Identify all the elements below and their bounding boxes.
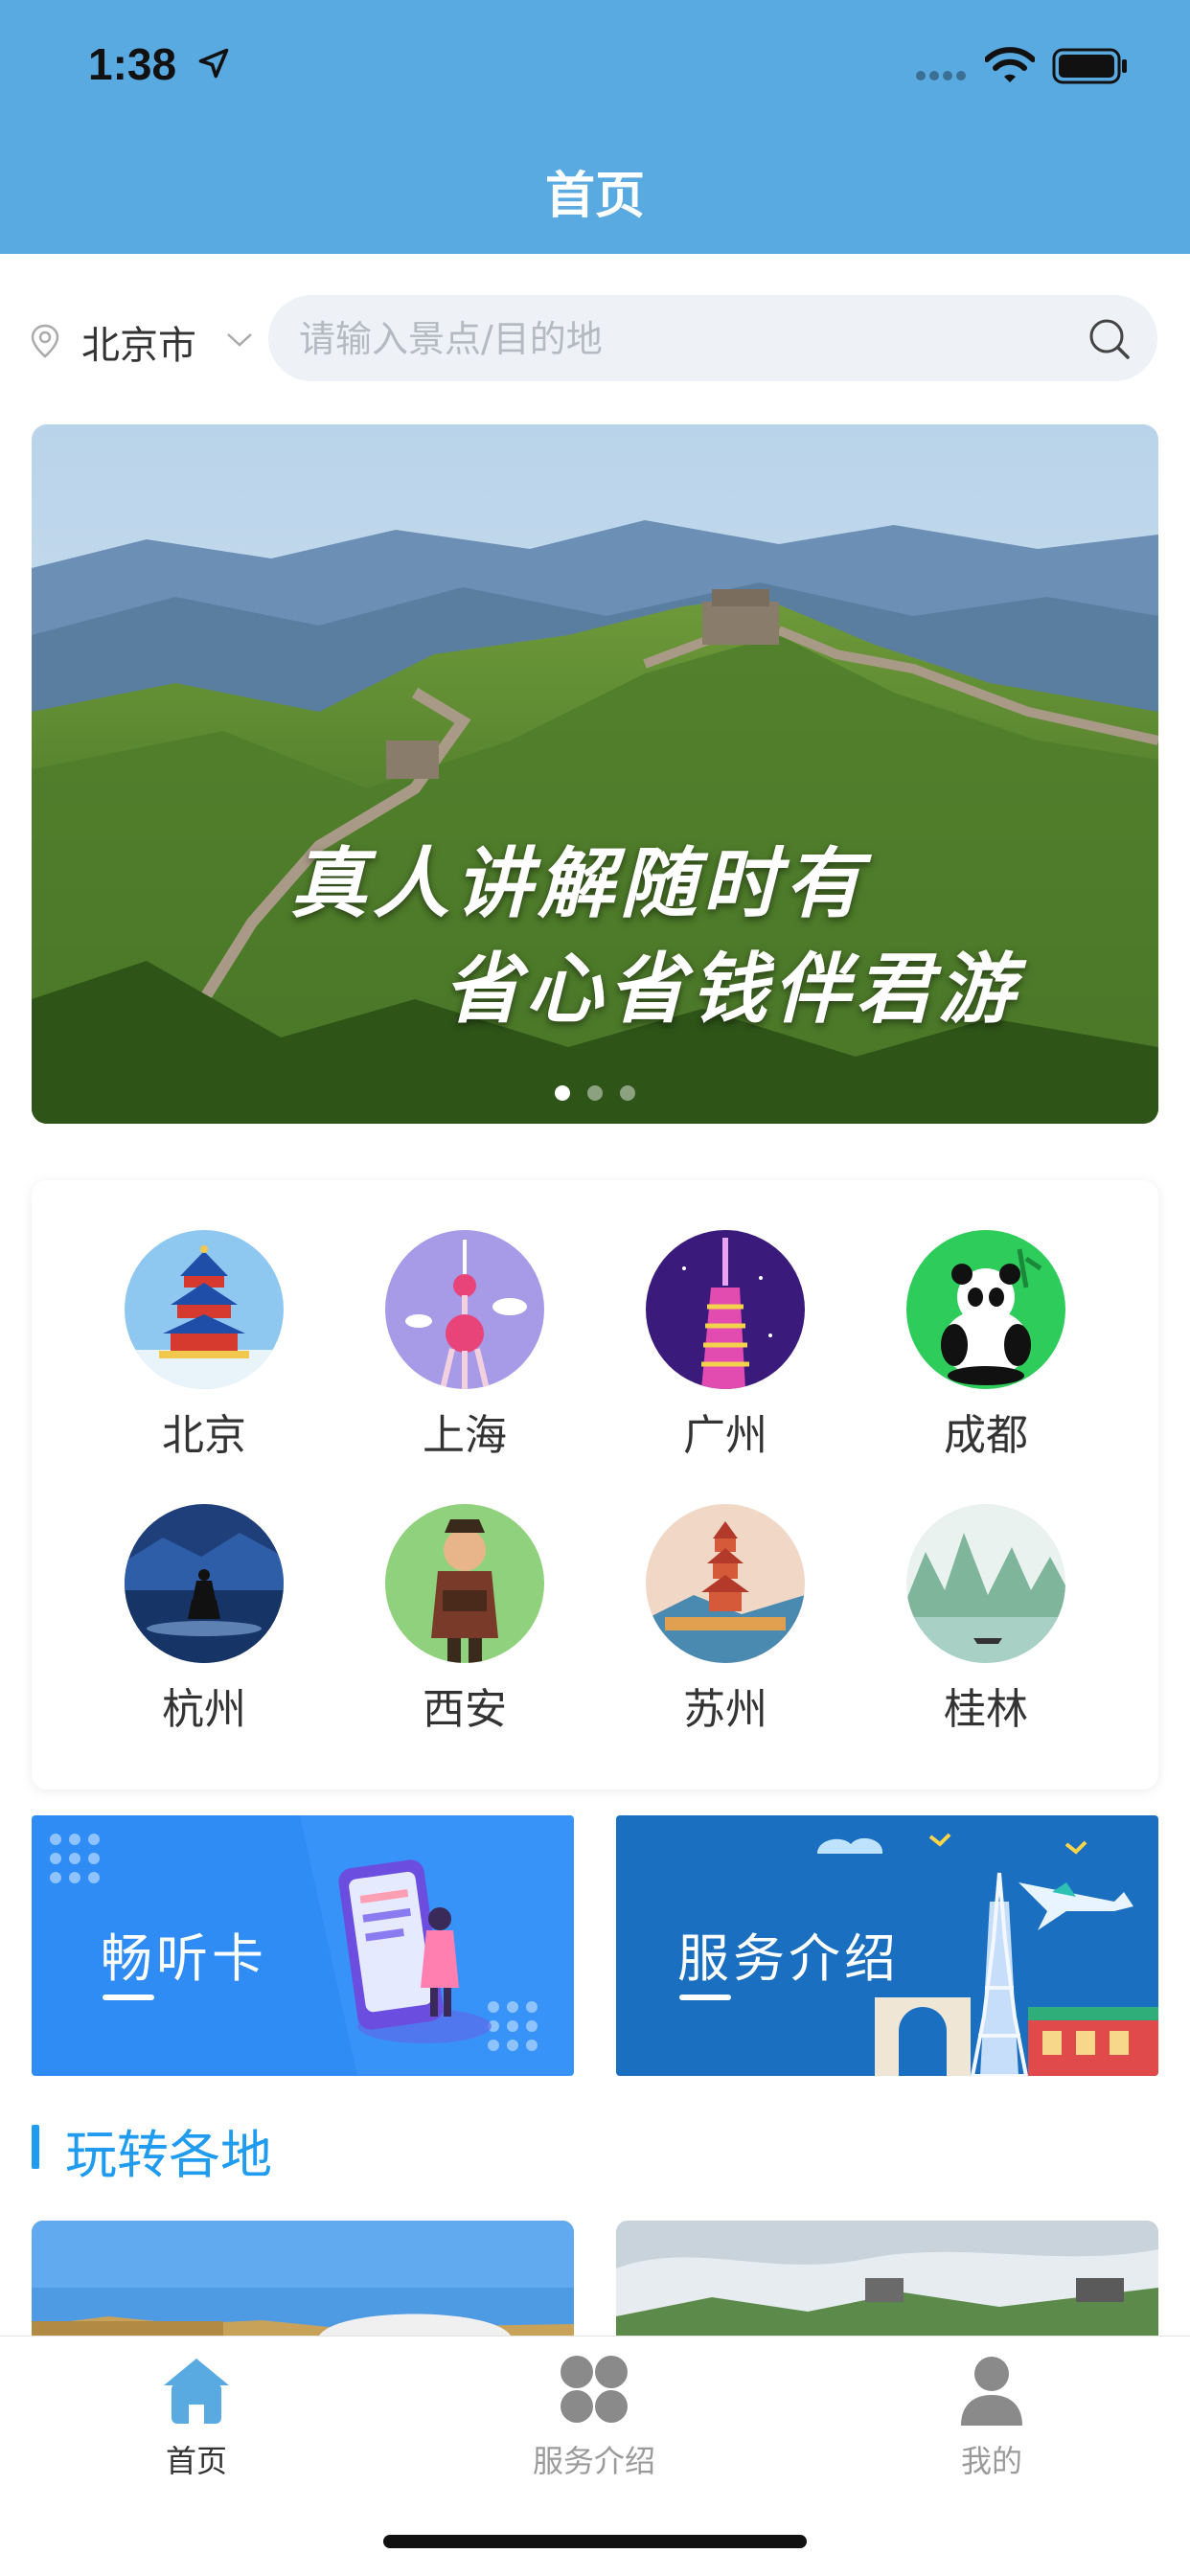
battery-icon (1052, 48, 1127, 84)
location-arrow-icon (198, 48, 229, 79)
search-bar[interactable] (268, 295, 1157, 383)
city-item-beijing[interactable]: 北京 (89, 1230, 319, 1462)
carousel-dot[interactable] (587, 1085, 603, 1101)
home-icon[interactable] (158, 2351, 235, 2428)
west-lake-pagoda-icon (125, 1504, 284, 1663)
temple-of-heaven-icon (125, 1230, 284, 1389)
destination-photo (616, 2221, 1158, 2336)
page-title: 首页 (544, 168, 645, 225)
banner-slogan-line1: 真人讲解随时有 (290, 838, 867, 928)
guilin-landscape-icon (906, 1504, 1065, 1663)
cellular-signal-icon (916, 71, 966, 80)
destination-card[interactable] (32, 2221, 574, 2336)
carousel-dot[interactable] (555, 1085, 570, 1101)
city-name: 上海 (423, 1411, 507, 1460)
location-pin-icon[interactable] (31, 324, 59, 358)
city-name: 成都 (944, 1411, 1028, 1460)
city-item-hangzhou[interactable]: 杭州 (89, 1504, 319, 1736)
banner-slogan-line2: 省心省钱伴君游 (444, 944, 1020, 1034)
status-time: 1:38 (88, 39, 177, 89)
canton-tower-icon (646, 1230, 805, 1389)
city-item-suzhou[interactable]: 苏州 (610, 1504, 840, 1736)
user-icon[interactable] (953, 2351, 1030, 2428)
service-intro-promo[interactable]: 服务介绍 (616, 1815, 1158, 2076)
title-underline (679, 1995, 731, 2000)
listen-card-title: 畅听卡 (101, 1928, 267, 1989)
oriental-pearl-tower-icon (385, 1230, 544, 1389)
tab-mine[interactable]: 我的 (848, 2351, 1135, 2481)
city-name: 西安 (423, 1685, 507, 1734)
search-input[interactable] (297, 295, 1067, 383)
city-grid-card: 北京 上海 广州 成都 杭州 西安 苏州 桂林 (32, 1180, 1158, 1790)
service-intro-title: 服务介绍 (677, 1928, 900, 1989)
chevron-down-icon[interactable] (225, 331, 254, 350)
city-name: 杭州 (162, 1685, 246, 1734)
city-name: 北京 (162, 1411, 246, 1460)
tab-services[interactable]: 服务介绍 (450, 2351, 738, 2481)
city-item-guangzhou[interactable]: 广州 (610, 1230, 840, 1462)
city-item-guilin[interactable]: 桂林 (871, 1504, 1101, 1736)
tab-home-label: 首页 (165, 2443, 227, 2479)
city-selector[interactable]: 北京市 (81, 314, 196, 370)
wifi-icon (985, 47, 1035, 82)
city-name: 桂林 (944, 1685, 1028, 1734)
panda-icon (906, 1230, 1065, 1389)
tab-services-label: 服务介绍 (532, 2443, 655, 2479)
grid-apps-icon[interactable] (556, 2351, 632, 2428)
listen-card-promo[interactable]: 畅听卡 (32, 1815, 574, 2076)
carousel-indicator[interactable] (32, 1085, 1158, 1101)
suzhou-pagoda-icon (646, 1504, 805, 1663)
city-item-xian[interactable]: 西安 (350, 1504, 580, 1736)
terracotta-warrior-icon (385, 1504, 544, 1663)
tab-home[interactable]: 首页 (53, 2351, 340, 2481)
home-indicator[interactable] (383, 2535, 807, 2548)
search-icon[interactable] (1088, 318, 1131, 360)
destination-card[interactable] (616, 2221, 1158, 2336)
city-name: 苏州 (683, 1685, 767, 1734)
title-underline (103, 1995, 154, 2000)
city-item-shanghai[interactable]: 上海 (350, 1230, 580, 1462)
city-name: 广州 (683, 1411, 767, 1460)
tab-mine-label: 我的 (960, 2443, 1022, 2479)
header-bar: 1:38 首页 (0, 0, 1190, 254)
carousel-dot[interactable] (620, 1085, 635, 1101)
section-accent-bar (32, 2125, 39, 2169)
banner-carousel[interactable]: 真人讲解随时有 省心省钱伴君游 (32, 424, 1158, 1124)
city-item-chengdu[interactable]: 成都 (871, 1230, 1101, 1462)
section-title: 玩转各地 (65, 2125, 272, 2185)
destination-photo (32, 2221, 574, 2336)
